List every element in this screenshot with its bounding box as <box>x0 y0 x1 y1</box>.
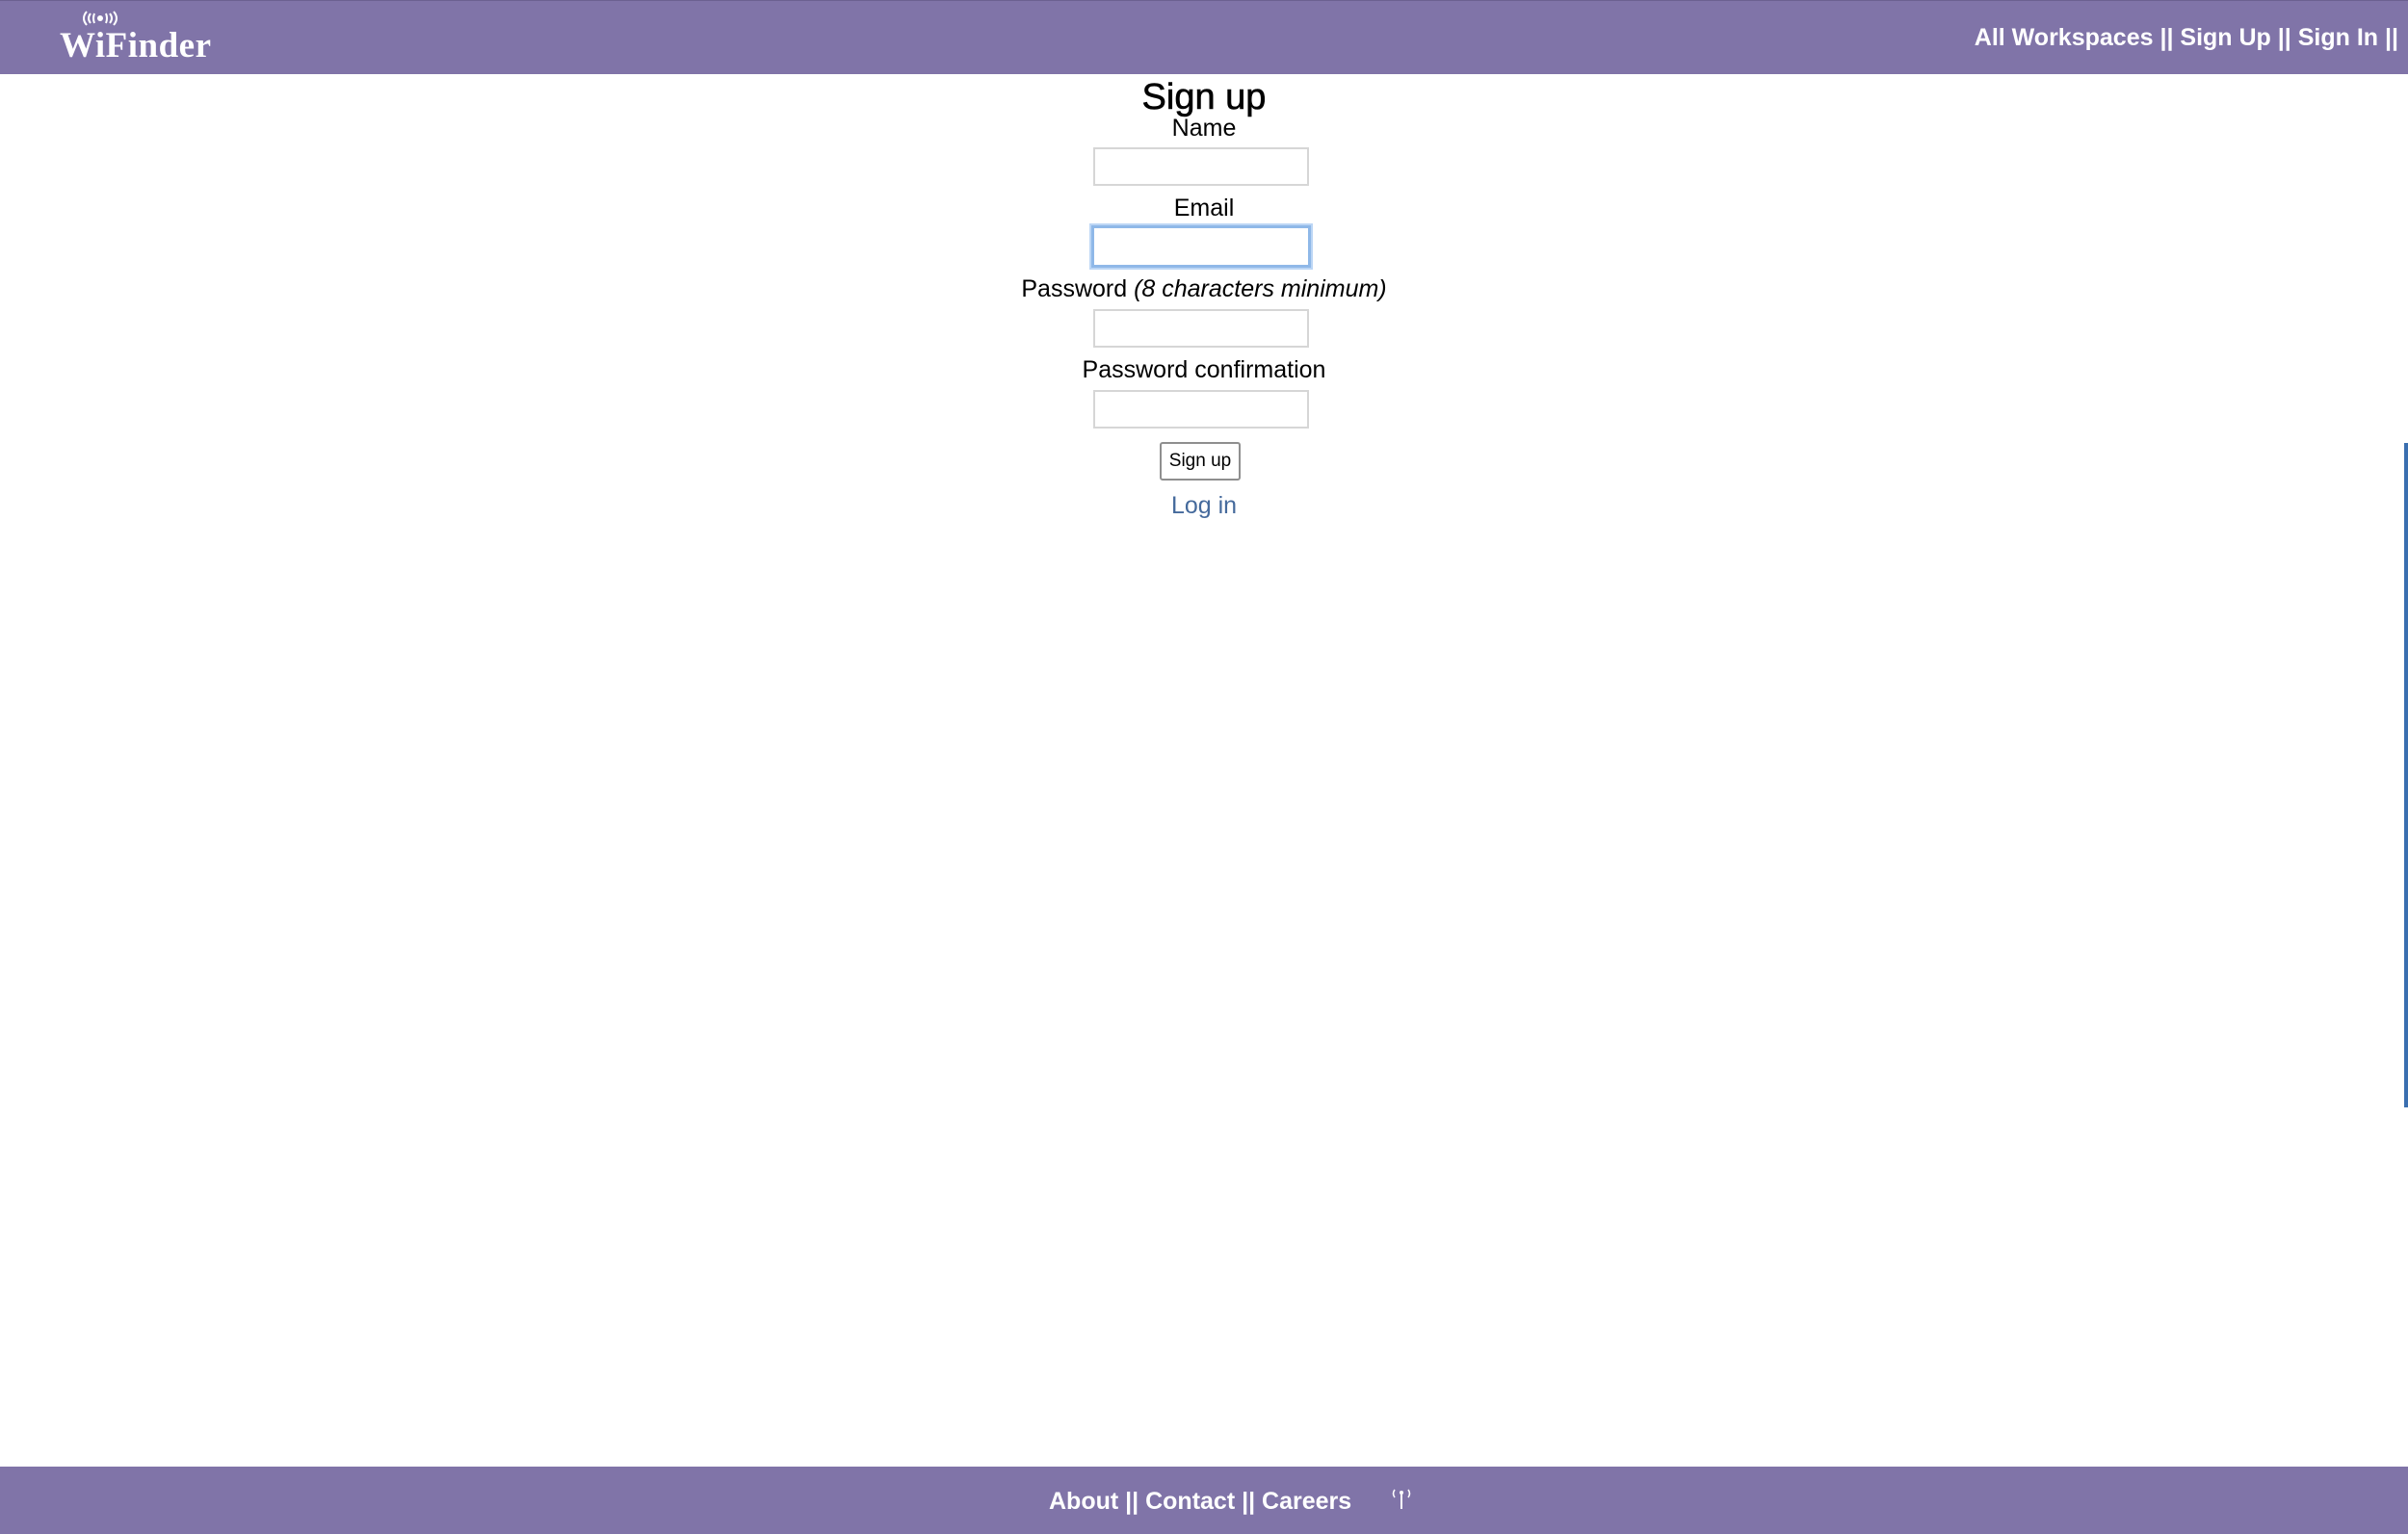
password-confirmation-field[interactable] <box>1093 390 1309 429</box>
nav-all-workspaces[interactable]: All Workspaces <box>1975 24 2154 51</box>
logo-text: WiFinder <box>60 26 212 65</box>
nav-sign-up[interactable]: Sign Up <box>2180 24 2270 51</box>
page-title: Sign up <box>1141 77 1267 118</box>
footer-bar: About || Contact || Careers <box>0 1467 2408 1534</box>
top-bar: WiFinder All Workspaces || Sign Up || Si… <box>0 0 2408 74</box>
footer-careers-link[interactable]: Careers <box>1262 1488 1351 1515</box>
footer-contact-link[interactable]: Contact <box>1145 1488 1235 1515</box>
nav-separator: || <box>2277 24 2298 51</box>
footer-links: About || Contact || Careers <box>1049 1488 1351 1516</box>
email-field[interactable] <box>1091 225 1311 268</box>
footer-separator: || <box>1125 1488 1146 1515</box>
log-in-link[interactable]: Log in <box>0 491 2408 520</box>
top-nav: All Workspaces || Sign Up || Sign In || <box>1975 24 2398 52</box>
password-label: Password (8 characters minimum) <box>0 274 2408 303</box>
name-label: Name <box>1171 115 1237 142</box>
password-hint: (8 characters minimum) <box>1134 275 1387 302</box>
wifinder-logo[interactable]: WiFinder <box>60 9 211 66</box>
nav-separator: || <box>2385 24 2398 51</box>
window-edge-strip <box>2404 443 2408 1107</box>
name-field[interactable] <box>1093 147 1309 186</box>
sign-up-button[interactable]: Sign up <box>1160 442 1241 481</box>
password-field[interactable] <box>1093 309 1309 348</box>
footer-separator: || <box>1242 1488 1263 1515</box>
footer-about-link[interactable]: About <box>1049 1488 1118 1515</box>
antenna-icon <box>1392 1489 1411 1509</box>
password-label-text: Password <box>1021 275 1128 302</box>
email-label: Email <box>1173 195 1235 221</box>
nav-separator: || <box>2159 24 2181 51</box>
nav-sign-in[interactable]: Sign In <box>2298 24 2378 51</box>
password-confirmation-label: Password confirmation <box>1082 356 1326 383</box>
